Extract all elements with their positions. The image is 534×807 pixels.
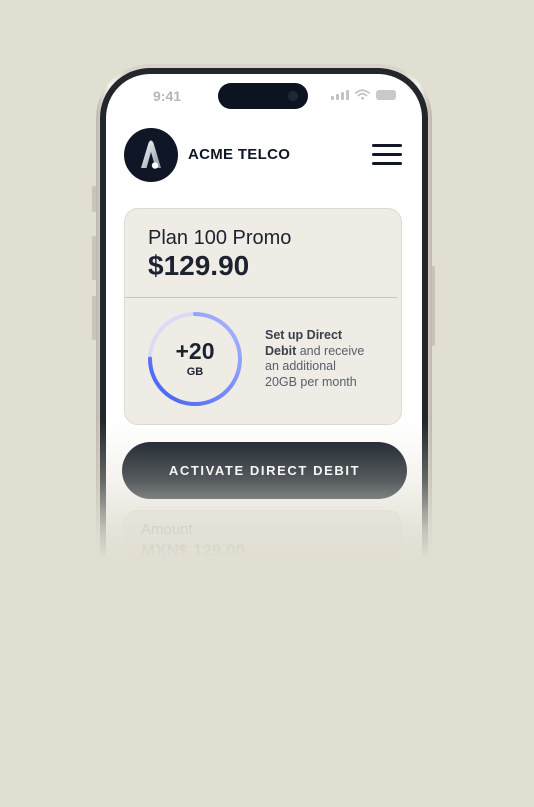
promo-text-rest-2: an additional — [265, 359, 336, 373]
dynamic-island — [218, 83, 308, 109]
amount-value: MXN$ 129.00 — [141, 541, 245, 560]
brand-logo-icon — [141, 140, 161, 169]
status-time: 9:41 — [153, 88, 182, 104]
bonus-value: +20 — [175, 338, 215, 364]
plan-name: Plan 100 Promo — [148, 227, 292, 249]
phone-screen: 9:41 ACME TELCO Plan 100 Promo $129.90 +… — [106, 74, 422, 807]
menu-button[interactable] — [372, 144, 402, 166]
brand-logo[interactable] — [124, 128, 178, 182]
promo-text-rest-3: 20GB per month — [265, 374, 357, 389]
amount-card: Amount MXN$ 129.00 — [124, 510, 402, 630]
amount-label: Amount — [141, 521, 193, 538]
status-icons — [331, 89, 396, 100]
promo-text-bold-2: Debit — [265, 343, 297, 358]
brand-name: ACME TELCO — [188, 146, 291, 163]
wifi-icon — [355, 89, 370, 100]
promo-text: Set up Direct Debit and receive an addit… — [265, 328, 385, 390]
bonus-unit: GB — [186, 366, 204, 378]
battery-icon — [376, 90, 396, 100]
bonus-ring: +20 GB — [147, 311, 243, 407]
plan-card: Plan 100 Promo $129.90 +20 GB Set up Dir… — [124, 208, 402, 425]
activate-direct-debit-button[interactable]: ACTIVATE DIRECT DEBIT — [122, 442, 407, 499]
promo-text-bold-1: Set up Direct — [265, 328, 343, 342]
stage: 9:41 ACME TELCO Plan 100 Promo $129.90 +… — [0, 0, 534, 807]
front-camera — [288, 91, 298, 101]
promo-text-rest-1: and receive — [296, 343, 365, 358]
plan-divider — [125, 297, 397, 298]
signal-icon — [331, 89, 349, 100]
plan-price: $129.90 — [148, 250, 250, 281]
